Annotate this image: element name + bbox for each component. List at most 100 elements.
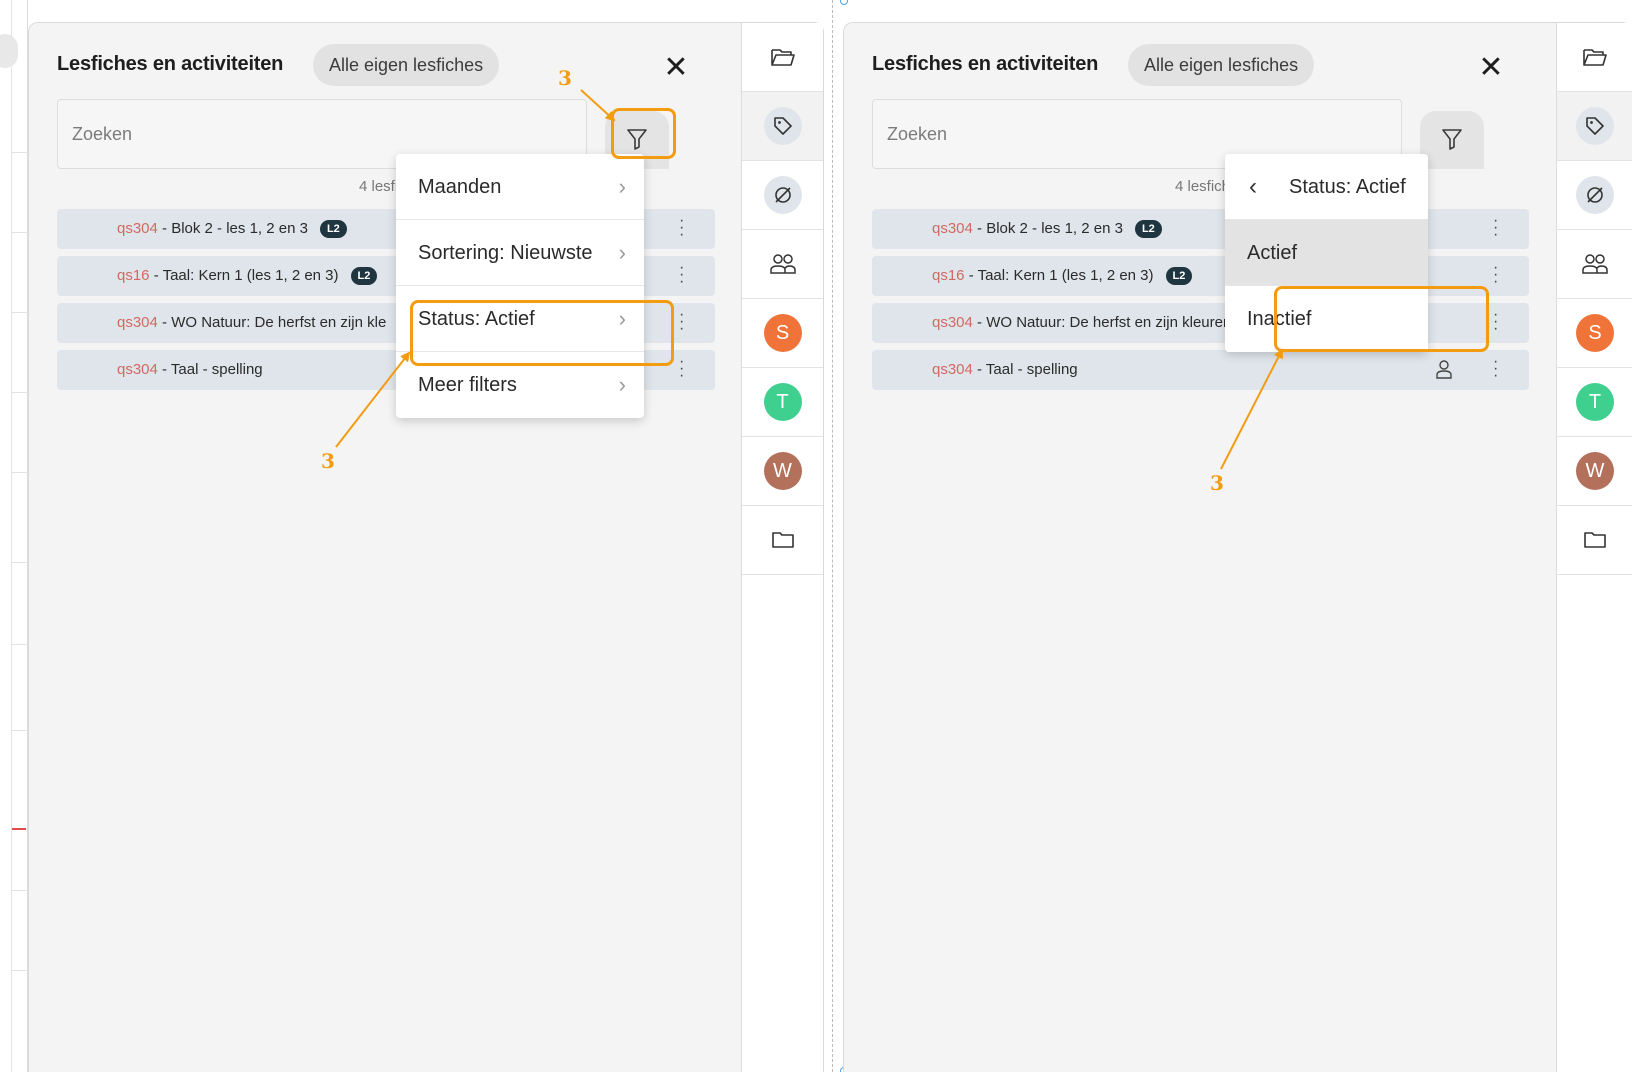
filter-button[interactable]: [1420, 111, 1484, 169]
chevron-left-icon[interactable]: ‹: [1249, 154, 1257, 220]
more-options-icon[interactable]: · · ·: [1493, 260, 1498, 290]
sidebar-item-avatar-w[interactable]: W: [1557, 437, 1632, 506]
sidebar-item-open-folder[interactable]: [742, 23, 823, 92]
sidebar-item-avatar-t[interactable]: T: [742, 368, 823, 437]
folder-icon: [1584, 532, 1606, 548]
lesfiche-title: - WO Natuur: De herfst en zijn kleuren d: [972, 314, 1244, 331]
panel-title: Lesfiches en activiteiten: [872, 53, 1099, 75]
more-options-icon[interactable]: · · ·: [1493, 307, 1498, 337]
submenu-title: Status: Actief: [1289, 176, 1406, 198]
background-gridline: [12, 152, 28, 153]
right-sidebar: S T W: [1556, 23, 1632, 1072]
more-options-icon[interactable]: · · ·: [679, 260, 684, 290]
screenshot-canvas: Lesfiches en activiteiten Alle eigen les…: [0, 0, 1632, 1072]
sidebar-item-avatar-t[interactable]: T: [1557, 368, 1632, 437]
background-gridline: [12, 562, 28, 563]
filter-icon: [1442, 129, 1462, 150]
level-badge: L2: [1165, 267, 1193, 285]
user-icon: [1436, 360, 1452, 379]
level-badge: L2: [319, 220, 347, 238]
sidebar-item-group[interactable]: [1557, 230, 1632, 299]
more-options-icon[interactable]: · · ·: [679, 307, 684, 337]
empty-set-icon: [763, 176, 802, 214]
background-gridline: [12, 312, 28, 313]
avatar: W: [763, 452, 802, 490]
lesfiche-title: - Taal: Kern 1 (les 1, 2 en 3): [964, 267, 1154, 284]
lesfiche-row[interactable]: qs304 - Taal - spelling · · ·: [872, 350, 1529, 390]
users-icon: [1582, 254, 1608, 274]
lesfiche-title: - Blok 2 - les 1, 2 en 3: [157, 220, 308, 237]
tag-icon: [763, 107, 802, 145]
annotation-step-number: 3: [321, 449, 335, 473]
lesfiche-code: qs304: [117, 220, 158, 237]
highlight-inactief-option: [1274, 286, 1489, 352]
sidebar-item-tags[interactable]: [742, 92, 823, 161]
close-icon[interactable]: ✕: [1474, 53, 1508, 87]
sidebar-item-folder[interactable]: [742, 506, 823, 575]
sidebar-item-open-folder[interactable]: [1557, 23, 1632, 92]
level-badge: L2: [1134, 220, 1162, 238]
background-gridline: [12, 392, 28, 393]
menu-item-label: Meer filters: [418, 374, 517, 396]
annotation-step-number: 3: [1210, 471, 1224, 495]
lesfiche-title: - Taal - spelling: [972, 361, 1078, 378]
background-gridline: [12, 970, 28, 971]
open-folder-icon: [1583, 49, 1607, 66]
right-sidebar: S T W: [741, 23, 823, 1072]
background-gridline: [12, 472, 28, 473]
sidebar-item-tags[interactable]: [1557, 92, 1632, 161]
lesfiche-code: qs16: [117, 267, 150, 284]
level-badge: L2: [350, 267, 378, 285]
more-options-icon[interactable]: · · ·: [1493, 354, 1498, 384]
annotation-step-number: 3: [558, 66, 572, 90]
avatar: S: [1576, 314, 1614, 352]
more-options-icon[interactable]: · · ·: [679, 354, 684, 384]
chevron-right-icon: ›: [618, 174, 626, 199]
close-icon[interactable]: ✕: [659, 53, 693, 87]
menu-item-maanden[interactable]: Maanden ›: [396, 154, 644, 220]
sidebar-item-group[interactable]: [742, 230, 823, 299]
sidebar-item-avatar-w[interactable]: W: [742, 437, 823, 506]
sidebar-item-none[interactable]: [1557, 161, 1632, 230]
sidebar-item-avatar-s[interactable]: S: [1557, 299, 1632, 368]
lesfiche-title: - Taal: Kern 1 (les 1, 2 en 3): [149, 267, 339, 284]
chevron-right-icon: ›: [618, 240, 626, 265]
lesfiche-row[interactable]: qs304 - Blok 2 - les 1, 2 en 3 L2 · · ·: [872, 209, 1529, 249]
background-element: [0, 34, 18, 68]
filter-chip-eigen-lesfiches[interactable]: Alle eigen lesfiches: [313, 44, 500, 86]
lesfiche-title: - Blok 2 - les 1, 2 en 3: [972, 220, 1123, 237]
more-options-icon[interactable]: · · ·: [679, 213, 684, 243]
pane-divider: [832, 0, 833, 1072]
submenu-header[interactable]: ‹ Status: Actief: [1225, 154, 1428, 220]
sidebar-item-none[interactable]: [742, 161, 823, 230]
sidebar-item-avatar-s[interactable]: S: [742, 299, 823, 368]
highlight-filter-button: [611, 108, 676, 159]
lesfiche-code: qs16: [932, 267, 965, 284]
panel-title: Lesfiches en activiteiten: [57, 53, 284, 75]
tag-icon: [1576, 107, 1614, 145]
status-option-actief[interactable]: Actief: [1225, 220, 1428, 286]
avatar: W: [1576, 452, 1614, 490]
filter-chip-eigen-lesfiches[interactable]: Alle eigen lesfiches: [1128, 44, 1315, 86]
lesfiche-code: qs304: [932, 220, 973, 237]
panel-main: Lesfiches en activiteiten Alle eigen les…: [844, 23, 1556, 1072]
left-pane: Lesfiches en activiteiten Alle eigen les…: [0, 0, 824, 1072]
avatar: T: [1576, 383, 1614, 421]
users-icon: [769, 254, 796, 274]
menu-item-label: Sortering: Nieuwste: [418, 242, 593, 264]
sidebar-item-folder[interactable]: [1557, 506, 1632, 575]
avatar: S: [763, 314, 802, 352]
lesfiches-panel: Lesfiches en activiteiten Alle eigen les…: [843, 22, 1632, 1072]
highlight-status-item: [410, 300, 674, 366]
lesfiche-code: qs304: [117, 314, 158, 331]
background-gridline: [12, 890, 28, 891]
status-option-label: Actief: [1247, 242, 1298, 264]
right-pane: Lesfiches en activiteiten Alle eigen les…: [843, 0, 1632, 1072]
lesfiches-panel: Lesfiches en activiteiten Alle eigen les…: [28, 22, 824, 1072]
filter-menu: Maanden › Sortering: Nieuwste › Status: Ac…: [396, 154, 644, 418]
panel-main: Lesfiches en activiteiten Alle eigen les…: [29, 23, 741, 1072]
more-options-icon[interactable]: · · ·: [1493, 213, 1498, 243]
empty-set-icon: [1576, 176, 1614, 214]
menu-item-sortering[interactable]: Sortering: Nieuwste ›: [396, 220, 644, 286]
avatar: T: [763, 383, 802, 421]
